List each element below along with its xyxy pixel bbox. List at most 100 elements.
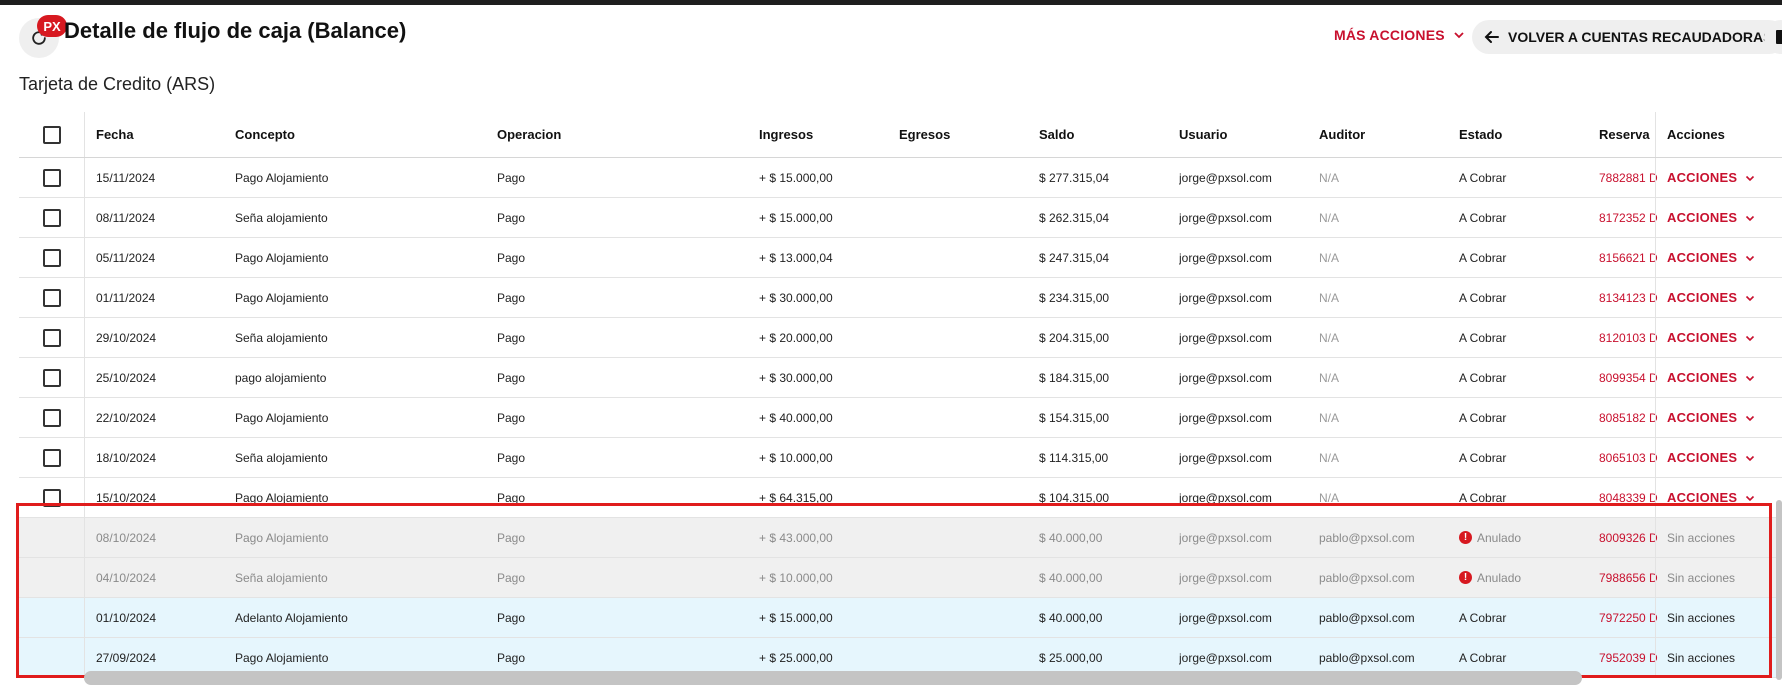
row-actions-dropdown[interactable]: ACCIONES xyxy=(1667,210,1755,225)
row-checkbox[interactable] xyxy=(42,248,61,267)
cell-usuario: jorge@pxsol.com xyxy=(1179,370,1272,385)
row-actions-dropdown[interactable]: ACCIONES xyxy=(1667,290,1755,305)
more-actions-menu[interactable]: MÁS ACCIONES xyxy=(1334,27,1465,43)
cell-saldo: $ 114.315,00 xyxy=(1039,450,1109,465)
row-actions-dropdown[interactable]: ACCIONES xyxy=(1667,170,1755,185)
cell-auditor: pablo@pxsol.com xyxy=(1319,570,1415,585)
cell-concepto: Pago Alojamiento xyxy=(235,530,329,545)
cell-egresos xyxy=(899,438,1029,477)
row-checkbox[interactable] xyxy=(42,328,61,347)
cell-fecha: 25/10/2024 xyxy=(96,370,157,385)
cell-usuario: jorge@pxsol.com xyxy=(1179,530,1272,545)
cell-estado: A Cobrar xyxy=(1459,490,1507,505)
row-actions-label: ACCIONES xyxy=(1667,410,1738,425)
row-select-cell xyxy=(19,278,85,317)
row-select-cell xyxy=(19,438,85,477)
table-row[interactable]: 29/10/2024 Seña alojamiento Pago + $ 20.… xyxy=(19,318,1782,358)
row-actions-dropdown[interactable]: ACCIONES xyxy=(1667,370,1755,385)
cell-saldo: $ 104.315,00 xyxy=(1039,490,1110,505)
row-actions-label: ACCIONES xyxy=(1667,330,1738,345)
chevron-down-icon xyxy=(1746,495,1755,501)
cell-operacion: Pago xyxy=(497,450,526,465)
table-row[interactable]: 15/11/2024 Pago Alojamiento Pago + $ 15.… xyxy=(19,158,1782,198)
cell-fecha: 08/11/2024 xyxy=(96,210,156,225)
cell-concepto: Pago Alojamiento xyxy=(235,250,329,265)
row-select-cell xyxy=(19,158,85,197)
column-header-ingresos[interactable]: Ingresos xyxy=(759,112,889,157)
row-actions-dropdown[interactable]: ACCIONES xyxy=(1667,490,1755,505)
cell-concepto: Seña alojamiento xyxy=(235,570,328,585)
cell-operacion: Pago xyxy=(497,210,526,225)
column-header-auditor[interactable]: Auditor xyxy=(1319,112,1454,157)
row-select-cell xyxy=(19,358,85,397)
column-header-estado[interactable]: Estado xyxy=(1459,112,1589,157)
cell-saldo: $ 204.315,00 xyxy=(1039,330,1110,345)
row-actions-dropdown[interactable]: ACCIONES xyxy=(1667,330,1755,345)
row-checkbox[interactable] xyxy=(42,208,61,227)
row-actions-dropdown[interactable]: ACCIONES xyxy=(1667,450,1755,465)
table-row[interactable]: 15/10/2024 Pago Alojamiento Pago + $ 64.… xyxy=(19,478,1782,518)
cell-auditor: pablo@pxsol.com xyxy=(1319,610,1415,625)
vertical-scrollbar[interactable] xyxy=(1776,500,1782,680)
table-row-annulled: 04/10/2024 Seña alojamiento Pago + $ 10.… xyxy=(19,558,1782,598)
row-checkbox[interactable] xyxy=(42,488,61,507)
horizontal-scrollbar[interactable] xyxy=(84,671,1582,685)
estado-label: Anulado xyxy=(1477,530,1522,545)
row-checkbox[interactable] xyxy=(42,288,61,307)
column-header-egresos[interactable]: Egresos xyxy=(899,112,1029,157)
row-actions-dropdown[interactable]: ACCIONES xyxy=(1667,250,1755,265)
more-actions-label: MÁS ACCIONES xyxy=(1334,27,1445,43)
cell-egresos xyxy=(899,158,1029,197)
cell-acciones: ACCIONES xyxy=(1655,238,1782,277)
table-row[interactable]: 05/11/2024 Pago Alojamiento Pago + $ 13.… xyxy=(19,238,1782,278)
column-header-concepto[interactable]: Concepto xyxy=(235,112,485,157)
cell-saldo: $ 154.315,00 xyxy=(1039,410,1110,425)
cell-saldo: $ 247.315,04 xyxy=(1039,250,1110,265)
cell-fecha: 08/10/2024 xyxy=(96,530,157,545)
row-select-cell xyxy=(19,238,85,277)
cell-ingresos: + $ 13.000,04 xyxy=(759,250,833,265)
column-header-usuario[interactable]: Usuario xyxy=(1179,112,1314,157)
column-header-saldo[interactable]: Saldo xyxy=(1039,112,1169,157)
column-header-fecha[interactable]: Fecha xyxy=(96,112,226,157)
row-actions-label: ACCIONES xyxy=(1667,290,1738,305)
page-title: Detalle de flujo de caja (Balance) xyxy=(64,18,407,43)
cell-auditor: N/A xyxy=(1319,330,1340,345)
table-row[interactable]: 08/11/2024 Seña alojamiento Pago + $ 15.… xyxy=(19,198,1782,238)
column-header-operacion[interactable]: Operacion xyxy=(497,112,747,157)
table-header-row: Fecha Concepto Operacion Ingresos Egreso… xyxy=(19,112,1782,158)
cell-estado: A Cobrar xyxy=(1459,210,1507,225)
back-to-accounts-button[interactable]: VOLVER A CUENTAS RECAUDADORAS xyxy=(1472,20,1782,54)
cell-egresos xyxy=(899,318,1029,357)
cell-operacion: Pago xyxy=(497,250,526,265)
cell-estado: ! Anulado xyxy=(1459,558,1589,597)
arrow-left-icon xyxy=(1484,31,1499,43)
cell-ingresos: + $ 30.000,00 xyxy=(759,370,833,385)
cell-acciones: Sin acciones xyxy=(1655,598,1782,637)
row-checkbox[interactable] xyxy=(42,368,61,387)
row-actions-dropdown[interactable]: ACCIONES xyxy=(1667,410,1755,425)
row-actions-label: ACCIONES xyxy=(1667,170,1738,185)
cell-usuario: jorge@pxsol.com xyxy=(1179,250,1272,265)
cell-estado: A Cobrar xyxy=(1459,170,1507,185)
cell-egresos xyxy=(899,478,1029,517)
table-row[interactable]: 18/10/2024 Seña alojamiento Pago + $ 10.… xyxy=(19,438,1782,478)
row-checkbox[interactable] xyxy=(42,408,61,427)
table-row[interactable]: 22/10/2024 Pago Alojamiento Pago + $ 40.… xyxy=(19,398,1782,438)
cell-estado: A Cobrar xyxy=(1459,370,1507,385)
chevron-down-icon xyxy=(1746,295,1755,301)
cell-ingresos: + $ 15.000,00 xyxy=(759,210,833,225)
cell-egresos xyxy=(899,238,1029,277)
cell-ingresos: + $ 10.000,00 xyxy=(759,570,833,585)
table-row[interactable]: 25/10/2024 pago alojamiento Pago + $ 30.… xyxy=(19,358,1782,398)
cell-acciones: ACCIONES xyxy=(1655,398,1782,437)
cell-ingresos: + $ 15.000,00 xyxy=(759,610,833,625)
cell-auditor: N/A xyxy=(1319,490,1340,505)
table-row[interactable]: 01/11/2024 Pago Alojamiento Pago + $ 30.… xyxy=(19,278,1782,318)
row-checkbox[interactable] xyxy=(42,168,61,187)
select-all-checkbox[interactable] xyxy=(42,125,61,144)
row-actions-label: ACCIONES xyxy=(1667,490,1738,505)
cell-estado: A Cobrar xyxy=(1459,610,1507,625)
chevron-down-icon xyxy=(1746,215,1755,221)
row-checkbox[interactable] xyxy=(42,448,61,467)
